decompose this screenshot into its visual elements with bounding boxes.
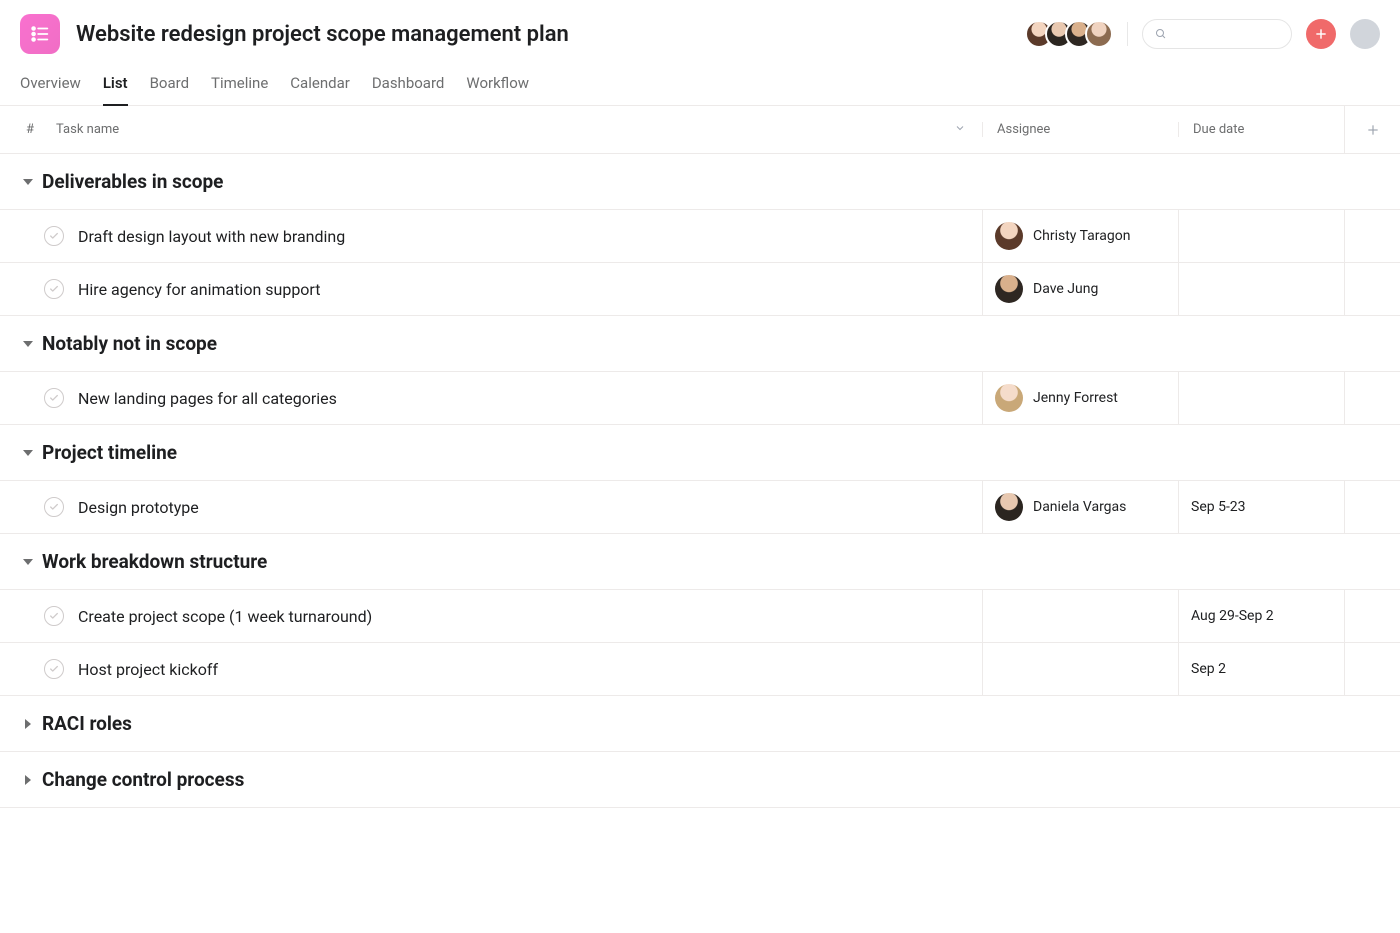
- task-name[interactable]: New landing pages for all categories: [78, 389, 337, 408]
- tab-calendar[interactable]: Calendar: [290, 66, 350, 106]
- assignee-avatar: [995, 384, 1023, 412]
- extra-cell[interactable]: [1344, 481, 1400, 533]
- column-header-row: # Task name Assignee Due date: [0, 106, 1400, 154]
- section-title: Project timeline: [42, 441, 177, 464]
- assignee-avatar: [995, 222, 1023, 250]
- triangle-right-icon[interactable]: [20, 775, 36, 785]
- section-title: RACI roles: [42, 712, 132, 735]
- task-name[interactable]: Create project scope (1 week turnaround): [78, 607, 372, 626]
- assignee-name: Dave Jung: [1033, 281, 1098, 297]
- search-input[interactable]: [1173, 27, 1279, 42]
- section-title: Notably not in scope: [42, 332, 217, 355]
- tab-list[interactable]: List: [103, 66, 128, 106]
- assignee-cell[interactable]: [982, 643, 1178, 695]
- task-row[interactable]: Host project kickoff Sep 2: [0, 643, 1400, 696]
- assignee-name: Christy Taragon: [1033, 228, 1130, 244]
- tab-dashboard[interactable]: Dashboard: [372, 66, 445, 106]
- column-due-date[interactable]: Due date: [1178, 122, 1344, 137]
- task-row[interactable]: New landing pages for all categories Jenn…: [0, 372, 1400, 425]
- profile-avatar[interactable]: [1350, 19, 1380, 49]
- assignee-cell[interactable]: Dave Jung: [982, 263, 1178, 315]
- extra-cell[interactable]: [1344, 372, 1400, 424]
- column-task-name[interactable]: Task name: [40, 122, 982, 138]
- extra-cell[interactable]: [1344, 263, 1400, 315]
- task-row[interactable]: Create project scope (1 week turnaround)…: [0, 590, 1400, 643]
- member-avatars[interactable]: [1025, 20, 1113, 48]
- task-row[interactable]: Draft design layout with new branding Chr…: [0, 210, 1400, 263]
- extra-cell[interactable]: [1344, 643, 1400, 695]
- assignee-avatar: [995, 275, 1023, 303]
- triangle-right-icon[interactable]: [20, 719, 36, 729]
- assignee-name: Daniela Vargas: [1033, 499, 1126, 515]
- project-icon[interactable]: [20, 14, 60, 54]
- complete-task-button[interactable]: [44, 226, 64, 246]
- column-assignee[interactable]: Assignee: [982, 122, 1178, 137]
- due-date-cell[interactable]: [1178, 210, 1344, 262]
- tab-timeline[interactable]: Timeline: [211, 66, 268, 106]
- due-date-cell[interactable]: Sep 2: [1178, 643, 1344, 695]
- task-name[interactable]: Draft design layout with new branding: [78, 227, 345, 246]
- assignee-avatar: [995, 493, 1023, 521]
- due-date-cell[interactable]: Sep 5-23: [1178, 481, 1344, 533]
- avatar[interactable]: [1085, 20, 1113, 48]
- divider: [1127, 22, 1128, 46]
- add-column-button[interactable]: [1344, 106, 1400, 153]
- assignee-cell[interactable]: Christy Taragon: [982, 210, 1178, 262]
- plus-icon: [1366, 123, 1380, 137]
- triangle-down-icon[interactable]: [20, 448, 36, 458]
- section-header[interactable]: Change control process: [0, 752, 1400, 808]
- add-button[interactable]: [1306, 19, 1336, 49]
- tab-workflow[interactable]: Workflow: [466, 66, 529, 106]
- assignee-cell[interactable]: Jenny Forrest: [982, 372, 1178, 424]
- triangle-down-icon[interactable]: [20, 557, 36, 567]
- section-header[interactable]: RACI roles: [0, 696, 1400, 752]
- complete-task-button[interactable]: [44, 606, 64, 626]
- section-header[interactable]: Work breakdown structure: [0, 534, 1400, 590]
- assignee-cell[interactable]: [982, 590, 1178, 642]
- section-header[interactable]: Project timeline: [0, 425, 1400, 481]
- extra-cell[interactable]: [1344, 210, 1400, 262]
- section-title: Deliverables in scope: [42, 170, 223, 193]
- section-title: Work breakdown structure: [42, 550, 267, 573]
- due-date-cell[interactable]: Aug 29-Sep 2: [1178, 590, 1344, 642]
- assignee-cell[interactable]: Daniela Vargas: [982, 481, 1178, 533]
- complete-task-button[interactable]: [44, 279, 64, 299]
- task-row[interactable]: Hire agency for animation support Dave Ju…: [0, 263, 1400, 316]
- section-header[interactable]: Deliverables in scope: [0, 154, 1400, 210]
- task-name[interactable]: Design prototype: [78, 498, 199, 517]
- assignee-name: Jenny Forrest: [1033, 390, 1118, 406]
- column-number: #: [0, 122, 40, 137]
- tab-board[interactable]: Board: [150, 66, 189, 106]
- due-date-cell[interactable]: [1178, 263, 1344, 315]
- complete-task-button[interactable]: [44, 497, 64, 517]
- triangle-down-icon[interactable]: [20, 339, 36, 349]
- task-row[interactable]: Design prototype Daniela Vargas Sep 5-23: [0, 481, 1400, 534]
- extra-cell[interactable]: [1344, 590, 1400, 642]
- chevron-down-icon[interactable]: [954, 122, 966, 138]
- search-icon: [1155, 27, 1167, 41]
- search-box[interactable]: [1142, 19, 1292, 49]
- project-title[interactable]: Website redesign project scope managemen…: [76, 22, 569, 47]
- section-header[interactable]: Notably not in scope: [0, 316, 1400, 372]
- section-title: Change control process: [42, 768, 244, 791]
- due-date-cell[interactable]: [1178, 372, 1344, 424]
- task-name[interactable]: Hire agency for animation support: [78, 280, 320, 299]
- view-tabs: Overview List Board Timeline Calendar Dashboa…: [0, 66, 1400, 106]
- task-name[interactable]: Host project kickoff: [78, 660, 218, 679]
- complete-task-button[interactable]: [44, 659, 64, 679]
- triangle-down-icon[interactable]: [20, 177, 36, 187]
- plus-icon: [1314, 27, 1328, 41]
- complete-task-button[interactable]: [44, 388, 64, 408]
- tab-overview[interactable]: Overview: [20, 66, 81, 106]
